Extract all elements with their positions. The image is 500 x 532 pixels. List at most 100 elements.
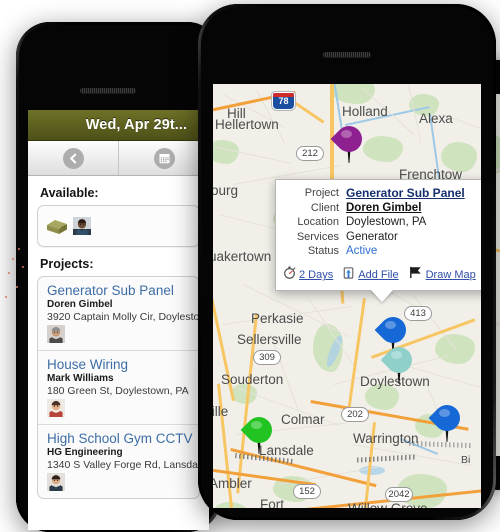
field-label: Status [307,244,339,257]
chevron-left-icon [62,147,84,169]
artifact-speck [12,258,14,260]
flag-icon [408,266,423,284]
route-shield: 152 [293,484,321,499]
map-pin-icon [240,411,278,449]
popup-field-project: Project Generator Sub Panel [283,186,481,201]
location-value: Doylestown, PA [346,216,427,229]
map-place-label: Souderton [221,372,284,387]
marker-teal[interactable] [380,341,418,385]
project-address: 1340 S Valley Forge Rd, Lansdale, PA [47,459,199,471]
map-place-label: Fort [260,497,285,508]
client-link[interactable]: Doren Gimbel [346,202,421,215]
avatar [73,217,91,235]
artifact-speck [18,248,20,250]
map-pin-icon [380,341,418,379]
available-resources-card[interactable] [37,205,200,247]
services-value: Generator [346,230,398,243]
route-shield: 202 [341,407,369,422]
project-client: HG Engineering [47,447,123,458]
marker-green-lansdale[interactable] [240,411,278,455]
project-title[interactable]: Generator Sub Panel [47,283,190,298]
back-navbar: Wed, Apr 29t... [28,110,209,141]
front-phone-device: Hill Hellertown Holland Alexa Frenchtow ourg u… [198,4,496,520]
map-place-label: ville [213,404,229,419]
navbar-date-title: Wed, Apr 29t... [85,117,188,133]
map-place-label: Perkasie [251,311,304,326]
map-place-label: uakertown [213,249,272,264]
project-title[interactable]: House Wiring [47,357,190,372]
popup-tail [370,289,394,303]
map-pin-icon [374,311,412,349]
field-label: Services [296,230,339,243]
list-item[interactable]: Generator Sub Panel Doren Gimbel 3920 Ca… [38,277,199,351]
project-address: 3920 Captain Molly Cir, Doylestown, PA [47,311,200,323]
map-place-label: Ambler [213,476,252,491]
project-address: 180 Green St, Doylestown, PA [47,385,189,397]
duration-label[interactable]: 2 Days [299,269,333,281]
front-phone-screen: Hill Hellertown Holland Alexa Frenchtow ourg u… [213,84,481,508]
railway-line [356,454,418,463]
project-client: Doren Gimbel [47,299,113,310]
map-canvas[interactable]: Hill Hellertown Holland Alexa Frenchtow ourg u… [213,84,481,508]
popup-field-status: Status Active [283,245,481,258]
field-label: Location [297,216,339,229]
map-pin-icon [428,399,466,437]
calendar-icon [153,147,175,169]
marker-generator-sub-panel[interactable] [330,120,368,164]
back-phone-device: Wed, Apr 29t... Available: Projects: Gen… [16,22,221,532]
artifact-speck [16,286,18,288]
artifact-speck [5,296,7,298]
marker-gloss [439,409,450,417]
marker-gloss [251,421,262,429]
list-item[interactable]: House Wiring Mark Williams 180 Green St,… [38,351,199,425]
project-info-popup[interactable]: Project Generator Sub Panel Client Doren… [275,179,481,303]
marker-gloss [385,321,396,329]
house-icon [46,218,68,235]
popup-field-client: Client Doren Gimbel [283,202,481,215]
map-place-label: Hellertown [215,117,279,132]
upload-icon [342,266,355,284]
marker-gloss [341,130,352,138]
popup-actions: 2 Days Add File Draw Map [283,265,481,284]
draw-map-action[interactable]: Draw Map [408,266,476,284]
add-file-label[interactable]: Add File [358,269,398,281]
route-shield: 309 [253,350,281,365]
projects-section-label: Projects: [40,257,94,271]
popup-field-services: Services Generator [283,231,481,244]
map-place-label: Holland [342,104,388,119]
calendar-button[interactable] [119,141,209,175]
artifact-speck [22,266,24,268]
marker-blue-east[interactable] [428,399,466,443]
projects-card: Generator Sub Panel Doren Gimbel 3920 Ca… [37,276,200,499]
project-client: Mark Williams [47,373,114,384]
project-link[interactable]: Generator Sub Panel [346,186,465,201]
field-label: Project [304,187,339,199]
avatar [47,473,65,491]
status-badge: Active [346,244,378,257]
map-place-label: Bi [461,454,471,466]
available-section-label: Available: [40,186,99,200]
route-shield: 212 [296,146,324,161]
project-title[interactable]: High School Gym CCTV [47,431,193,446]
draw-map-label[interactable]: Draw Map [426,269,476,281]
map-place-label: Willow Grove [348,501,428,508]
earpiece-speaker-icon [323,52,371,57]
interstate-shield: 78 [272,92,295,110]
back-phone-screen: Wed, Apr 29t... Available: Projects: Gen… [28,110,209,530]
screenshot-stage: Wed, Apr 29t... Available: Projects: Gen… [0,0,500,532]
duration-action[interactable]: 2 Days [283,266,333,284]
list-item[interactable]: High School Gym CCTV HG Engineering 1340… [38,425,199,498]
map-place-label: Warrington [353,431,419,446]
field-label: Client [310,201,339,214]
earpiece-speaker-icon [80,88,136,93]
back-list-body: Available: Projects: Generator Sub Panel… [28,176,209,530]
back-toolbar [28,141,209,176]
map-place-label: Alexa [419,111,453,126]
popup-field-location: Location Doylestown, PA [283,216,481,229]
back-button[interactable] [28,141,119,175]
map-pin-icon [330,120,368,158]
add-file-action[interactable]: Add File [342,266,399,284]
avatar [47,399,65,417]
map-place-label: Colmar [281,412,325,427]
marker-gloss [391,351,402,359]
